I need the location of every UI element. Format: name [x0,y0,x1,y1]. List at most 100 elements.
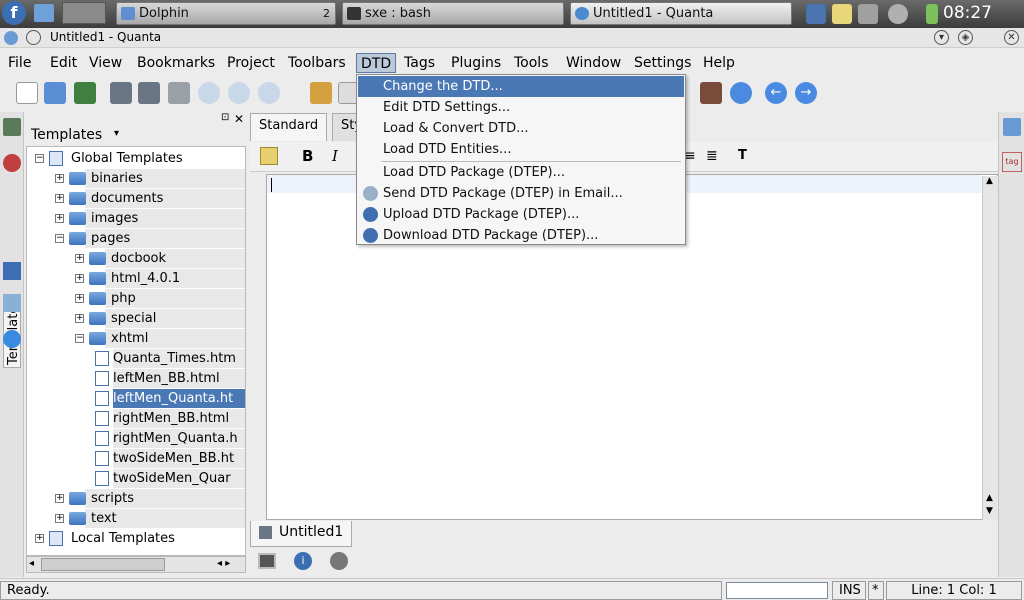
print-icon[interactable] [168,82,190,104]
open-project-icon[interactable] [74,82,96,104]
tree-folder-item[interactable]: + php [27,289,245,308]
menu-settings[interactable]: Settings [630,53,695,73]
tab-standard[interactable]: Standard [250,113,328,141]
info-panel-icon[interactable]: i [294,552,312,570]
scroll-down-arrows[interactable]: ▲ ▼ [986,492,993,518]
menu-help[interactable]: Help [699,53,739,73]
doc-tab-icon[interactable] [3,294,21,312]
messages-icon[interactable] [258,553,276,569]
tree-folder-item[interactable]: + scripts [27,489,245,508]
task-dolphin[interactable]: Dolphin 2 [116,2,336,25]
expand-icon[interactable]: + [55,194,64,203]
insert-mode[interactable]: INS [832,581,866,600]
system-icon[interactable] [34,4,54,22]
dtd-menu-item[interactable]: Send DTD Package (DTEP) in Email... [358,183,684,204]
back-icon[interactable]: ← [765,82,787,104]
zoom-in-icon[interactable] [228,82,250,104]
templates-horizontal-scrollbar[interactable]: ◂ ◂ ▸ [26,556,246,573]
info-icon[interactable] [888,4,908,24]
menu-edit[interactable]: Edit [46,53,81,73]
zoom-out-icon[interactable] [258,82,280,104]
tree-file-item[interactable]: twoSideMen_BB.ht [27,449,245,468]
open-file-icon[interactable] [44,82,66,104]
expand-icon[interactable]: + [55,174,64,183]
structure-tab-icon[interactable] [3,262,21,280]
menu-toolbars[interactable]: Toolbars [284,53,350,73]
tree-folder-item[interactable]: + text [27,509,245,528]
battery-icon[interactable] [926,4,938,24]
collapse-icon[interactable]: − [55,234,64,243]
editor-vertical-scrollbar[interactable]: ▲ ▲ ▼ [982,176,998,520]
tree-file-item[interactable]: rightMen_BB.html [27,409,245,428]
collapse-icon[interactable]: − [75,334,84,343]
clipboard-icon[interactable] [832,4,852,24]
tree-file-item[interactable]: Quanta_Times.htm [27,349,245,368]
save-all-icon[interactable] [138,82,160,104]
new-file-icon[interactable] [16,82,38,104]
task-bash[interactable]: sxe : bash [342,2,564,25]
expand-icon[interactable]: + [75,294,84,303]
documentation-tab-icon[interactable] [1003,118,1021,136]
scroll-left-arrow[interactable]: ◂ [29,558,34,569]
expand-icon[interactable]: + [55,514,64,523]
plugins-tab-icon[interactable] [3,330,21,348]
tree-folder-item[interactable]: − Global Templates [27,149,245,168]
expand-icon[interactable]: + [35,534,44,543]
desktop-pager[interactable] [62,2,106,24]
tree-folder-item[interactable]: + binaries [27,169,245,188]
project-tab-icon[interactable] [3,154,21,172]
files-tab-icon[interactable] [3,118,21,136]
find-icon[interactable] [198,82,220,104]
menu-view[interactable]: View [85,53,126,73]
justify-icon[interactable]: ≣ [706,148,718,164]
scroll-right-arrows[interactable]: ◂ ▸ [217,558,230,569]
fedora-menu-icon[interactable]: f [2,1,26,25]
minimize-button[interactable]: ▾ [934,30,949,45]
bold-icon[interactable]: B [302,147,313,165]
menu-tags[interactable]: Tags [400,53,439,73]
italic-icon[interactable]: I [332,147,338,165]
menu-plugins[interactable]: Plugins [447,53,505,73]
tree-file-item[interactable]: twoSideMen_Quar [27,469,245,488]
menu-tools[interactable]: Tools [510,53,553,73]
menu-bookmarks[interactable]: Bookmarks [133,53,219,73]
expand-icon[interactable]: + [75,254,84,263]
tree-folder-item[interactable]: + images [27,209,245,228]
save-icon[interactable] [110,82,132,104]
float-icon[interactable]: ⊡ [221,112,229,123]
dtd-menu-item[interactable]: Edit DTD Settings... [358,97,684,118]
dtd-menu-item[interactable]: Download DTD Package (DTEP)... [358,225,684,246]
scroll-up-arrow[interactable]: ▲ [986,176,993,186]
collapse-icon[interactable]: − [35,154,44,163]
chevron-down-icon[interactable]: ▾ [114,128,119,139]
tree-file-item[interactable]: leftMen_BB.html [27,369,245,388]
dtd-menu-item[interactable]: Upload DTD Package (DTEP)... [358,204,684,225]
expand-icon[interactable]: + [75,274,84,283]
tree-folder-item[interactable]: + documents [27,189,245,208]
tree-folder-item[interactable]: + special [27,309,245,328]
network-icon[interactable] [806,4,826,24]
tree-folder-item[interactable]: − pages [27,229,245,248]
tree-folder-item[interactable]: − xhtml [27,329,245,348]
dtd-menu-item[interactable]: Load DTD Entities... [358,139,684,160]
menu-file[interactable]: File [4,53,35,73]
scroll-thumb[interactable] [41,558,165,571]
forward-icon[interactable]: → [795,82,817,104]
text-format-icon[interactable]: T [738,148,747,163]
preview-icon[interactable] [700,82,722,104]
pin-icon[interactable] [26,30,41,45]
close-panel-icon[interactable]: ✕ [234,112,244,126]
attribute-editor-tab-icon[interactable]: tag [1002,152,1022,172]
window-menu-icon[interactable] [4,31,18,45]
dtd-menu-item[interactable]: Change the DTD... [358,76,684,97]
dtd-menu-item[interactable]: Load & Convert DTD... [358,118,684,139]
tree-folder-item[interactable]: + Local Templates [27,529,245,548]
cut-icon[interactable] [310,82,332,104]
tree-file-item[interactable]: leftMen_Quanta.ht [27,389,245,408]
templates-panel-title[interactable]: Templates [31,127,102,143]
tree-folder-item[interactable]: + html_4.0.1 [27,269,245,288]
expand-icon[interactable]: + [55,494,64,503]
tree-file-item[interactable]: rightMen_Quanta.h [27,429,245,448]
expand-icon[interactable]: + [75,314,84,323]
dtd-menu-item[interactable]: Load DTD Package (DTEP)... [358,162,684,183]
